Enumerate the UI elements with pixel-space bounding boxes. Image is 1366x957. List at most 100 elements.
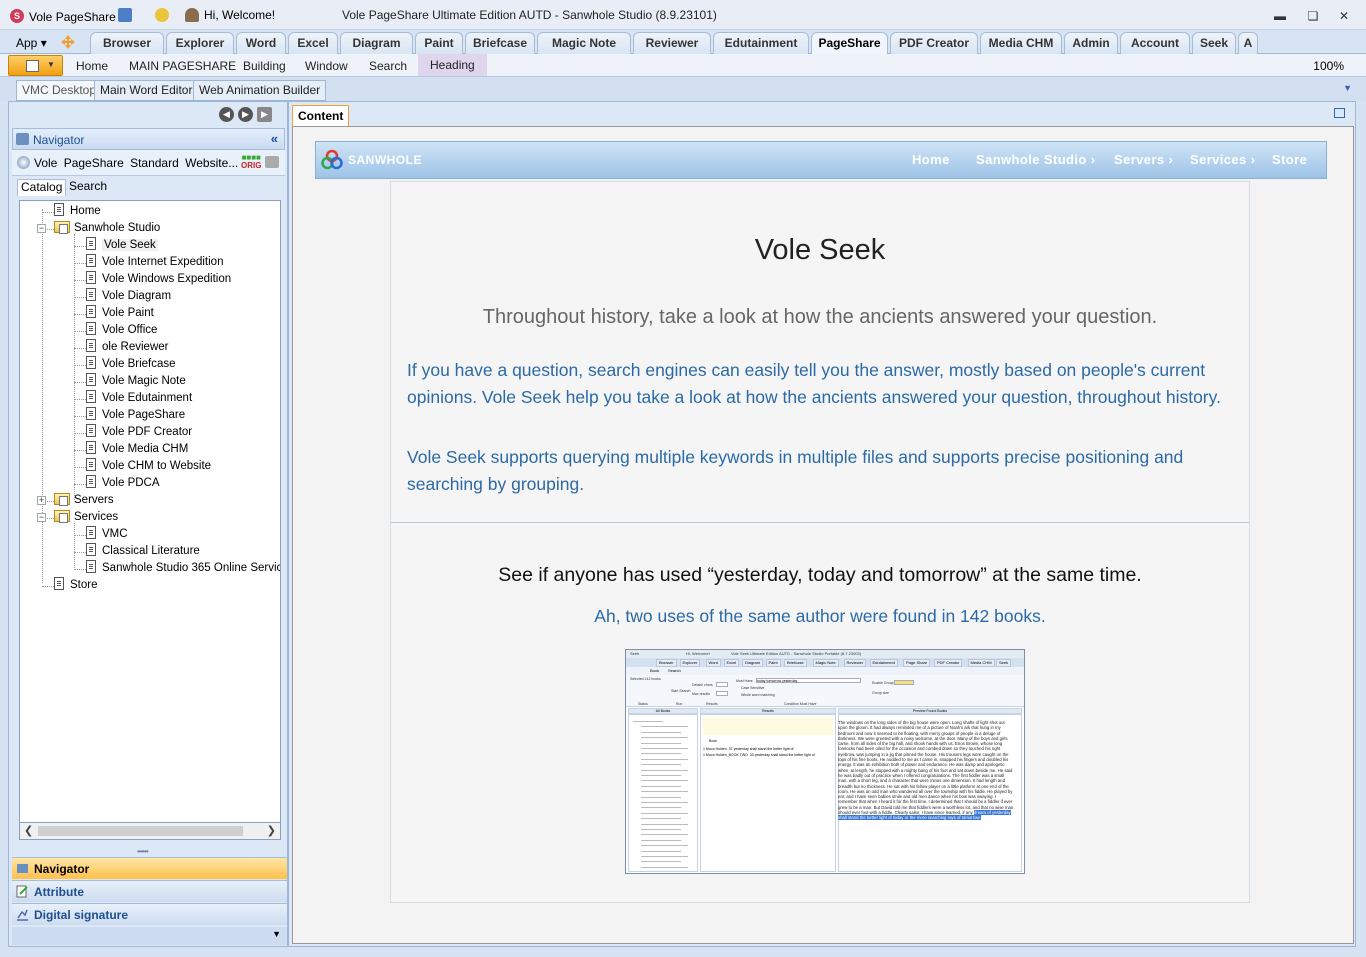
site-nav-servers[interactable]: Servers › — [1114, 152, 1173, 167]
tree-item[interactable]: Vole Seek — [86, 237, 158, 254]
tree-item[interactable]: Vole Paint — [86, 305, 154, 322]
welcome-text[interactable]: Hi, Welcome! — [204, 8, 275, 22]
panel-navigator-button[interactable]: Navigator — [12, 857, 287, 879]
tab-pdf-creator[interactable]: PDF Creator — [890, 32, 978, 54]
tab-a[interactable]: A — [1238, 32, 1258, 54]
site-brand[interactable]: SANWHOLE — [348, 153, 422, 167]
site-nav-store[interactable]: Store — [1272, 152, 1307, 167]
tree-item[interactable]: Vole Office — [86, 322, 157, 339]
tree-item[interactable]: Vole Internet Expedition — [86, 254, 223, 271]
ribbon-item-search[interactable]: Search — [369, 59, 407, 73]
panel-attribute-button[interactable]: Attribute — [12, 880, 287, 902]
ribbon-item-building[interactable]: Building — [243, 59, 286, 73]
tab-admin[interactable]: Admin — [1064, 32, 1118, 54]
thumb-max-results: Max results — [692, 692, 710, 696]
timer-icon[interactable] — [155, 8, 169, 22]
tree-item[interactable]: Vole Windows Expedition — [86, 271, 231, 288]
tab-vmc-desktop[interactable]: VMC Desktop — [16, 80, 103, 101]
tab-content[interactable]: Content — [292, 105, 350, 126]
user-icon[interactable] — [185, 8, 199, 22]
scroll-left-icon[interactable]: ❮ — [24, 824, 33, 837]
tab-account[interactable]: Account — [1120, 32, 1190, 54]
site-nav-services[interactable]: Services › — [1190, 152, 1255, 167]
description-paragraph-2: Vole Seek supports querying multiple key… — [407, 447, 1184, 494]
expand-icon[interactable]: + — [37, 496, 46, 505]
back-icon[interactable]: ◀ — [219, 107, 234, 122]
tree-item-store[interactable]: Store — [54, 577, 98, 594]
tree-item-home[interactable]: Home — [54, 203, 101, 220]
horizontal-scrollbar[interactable]: ❮ ❯ — [19, 822, 281, 840]
tab-briefcase[interactable]: Briefcase — [465, 32, 535, 54]
site-nav-home[interactable]: Home — [912, 152, 950, 167]
tab-media-chm[interactable]: Media CHM — [980, 32, 1062, 54]
thumb-tab-row: Browser Explorer Word Excel Diagram Paint Brie… — [626, 658, 1024, 667]
tree-guide-line — [74, 484, 86, 485]
tree-item[interactable]: Vole PageShare — [86, 407, 185, 424]
maximize-icon[interactable] — [1334, 108, 1345, 118]
tree-item[interactable]: Vole Diagram — [86, 288, 171, 305]
tab-catalog[interactable]: Catalog — [17, 179, 67, 196]
tree-item[interactable]: Sanwhole Studio 365 Online Service — [86, 560, 280, 577]
tree-item[interactable]: Vole Edutainment — [86, 390, 192, 407]
page-icon — [54, 577, 64, 590]
minimize-icon[interactable]: ▬ — [1273, 9, 1287, 23]
tree-item-label: VMC — [102, 528, 128, 540]
ribbon-item-window[interactable]: Window — [305, 59, 348, 73]
ribbon-item-home[interactable]: Home — [76, 59, 108, 73]
ribbon-item-heading[interactable]: Heading — [418, 54, 487, 76]
collapse-icon[interactable]: − — [37, 513, 46, 522]
collapse-icon[interactable]: − — [37, 224, 46, 233]
tab-main-word-editor[interactable]: Main Word Editor — [94, 80, 199, 101]
tab-browser[interactable]: Browser — [90, 32, 164, 54]
zoom-level[interactable]: 100% — [1313, 59, 1344, 73]
quick-menu-button[interactable]: ▼ — [8, 55, 63, 76]
tab-magic-note[interactable]: Magic Note — [537, 32, 631, 54]
tab-web-animation-builder[interactable]: Web Animation Builder — [193, 80, 327, 101]
tab-paint[interactable]: Paint — [415, 32, 463, 54]
app-menu-button[interactable]: App ▾ — [16, 36, 47, 50]
tree-folder-servers[interactable]: + Servers — [37, 492, 114, 509]
tree-item[interactable]: VMC — [86, 526, 128, 543]
options-dropdown-icon[interactable]: ▼ — [272, 929, 281, 939]
thumb-app-name: Seek — [630, 651, 640, 656]
play-icon[interactable]: ▶ — [257, 107, 272, 122]
tab-pageshare[interactable]: PageShare — [811, 32, 888, 55]
orig-badge[interactable]: ■■■■ ORIG — [241, 154, 261, 170]
tab-edutainment[interactable]: Edutainment — [713, 32, 809, 54]
close-icon[interactable]: ✕ — [1337, 9, 1351, 23]
tree-item[interactable]: Vole PDF Creator — [86, 424, 192, 441]
ribbon-item-main-pageshare[interactable]: MAIN PAGESHARE — [129, 59, 236, 73]
tab-explorer[interactable]: Explorer — [166, 32, 234, 54]
thumb-book-entry — [641, 742, 681, 744]
collapse-icon[interactable]: « — [271, 131, 278, 146]
scroll-thumb[interactable] — [38, 826, 243, 836]
tree-item[interactable]: Classical Literature — [86, 543, 200, 560]
tab-search[interactable]: Search — [66, 179, 110, 196]
tab-diagram[interactable]: Diagram — [340, 32, 413, 54]
tree-guide-line — [74, 535, 86, 536]
tree-item[interactable]: Vole Media CHM — [86, 441, 188, 458]
tabs-dropdown-icon[interactable]: ▼ — [1343, 83, 1352, 93]
splitter-grip[interactable]: •••••• — [137, 847, 149, 856]
panel-digital-signature-button[interactable]: Digital signature — [12, 903, 287, 925]
tab-excel[interactable]: Excel — [288, 32, 338, 54]
tree-item[interactable]: ole Reviewer — [86, 339, 168, 356]
tree-item[interactable]: Vole Briefcase — [86, 356, 176, 373]
tree-item[interactable]: Vole Magic Note — [86, 373, 186, 390]
tree-item[interactable]: Vole CHM to Website — [86, 458, 211, 475]
tab-seek[interactable]: Seek — [1192, 32, 1236, 54]
tab-word[interactable]: Word — [236, 32, 286, 54]
tab-reviewer[interactable]: Reviewer — [633, 32, 711, 54]
restore-icon[interactable]: ❏ — [1306, 9, 1320, 23]
tree-folder-sanwhole-studio[interactable]: − Sanwhole Studio — [37, 220, 160, 237]
move-icon[interactable] — [61, 35, 75, 49]
site-header[interactable]: Vole PageShare Standard Website... ■■■■ O… — [12, 150, 285, 176]
shield-icon[interactable] — [118, 8, 132, 22]
print-icon[interactable] — [265, 156, 279, 168]
tree-item[interactable]: Vole PDCA — [86, 475, 160, 492]
site-nav-sanwhole-studio[interactable]: Sanwhole Studio › — [976, 152, 1095, 167]
scroll-right-icon[interactable]: ❯ — [267, 824, 276, 837]
tree-folder-services[interactable]: − Services — [37, 509, 118, 526]
sanwhole-logo-icon[interactable] — [320, 148, 344, 172]
forward-icon[interactable]: ▶ — [238, 107, 253, 122]
